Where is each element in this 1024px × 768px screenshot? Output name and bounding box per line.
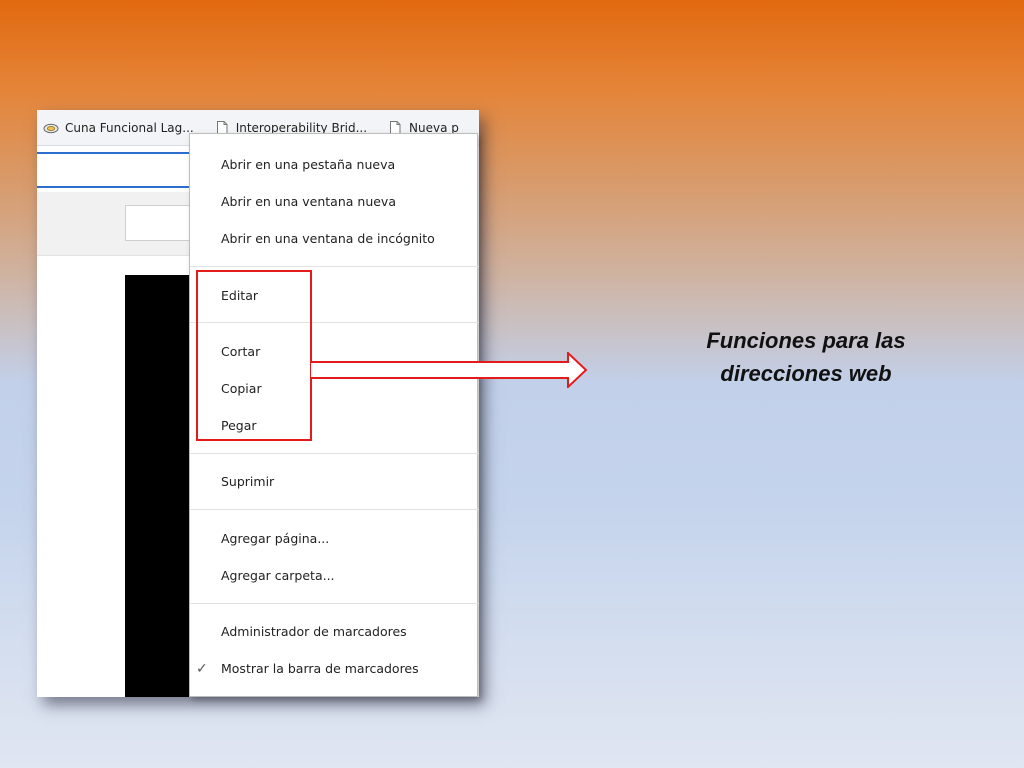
right-arrow-icon: [311, 352, 588, 388]
edit-functions-highlight-box: [196, 270, 312, 441]
checkmark-icon: ✓: [196, 661, 208, 677]
menu-item-bookmark-manager[interactable]: Administrador de marcadores: [221, 622, 407, 642]
menu-item-open-new-tab[interactable]: Abrir en una pestaña nueva: [221, 155, 395, 175]
menu-separator: [190, 509, 479, 510]
caption-line-1: Funciones para las: [706, 328, 906, 353]
cloud-favicon-icon: [43, 120, 59, 136]
bookmark-label: Cuna Funcional Lag...: [65, 120, 194, 135]
menu-separator: [190, 603, 479, 604]
menu-item-add-page[interactable]: Agregar página...: [221, 529, 329, 549]
search-input[interactable]: [125, 205, 197, 241]
menu-separator: [190, 453, 479, 454]
menu-item-open-new-window[interactable]: Abrir en una ventana nueva: [221, 192, 396, 212]
menu-item-delete[interactable]: Suprimir: [221, 472, 274, 492]
address-bar[interactable]: [37, 152, 197, 188]
caption-line-2: direcciones web: [720, 361, 892, 386]
annotation-caption: Funciones para las direcciones web: [680, 324, 932, 390]
page-content-dark-panel: [125, 275, 195, 697]
menu-separator: [190, 266, 479, 267]
page-toolbar: [37, 192, 197, 256]
menu-item-open-incognito[interactable]: Abrir en una ventana de incógnito: [221, 229, 435, 249]
menu-item-show-bookmarks-bar[interactable]: Mostrar la barra de marcadores: [221, 659, 419, 679]
bookmark-cuna-funcional[interactable]: Cuna Funcional Lag...: [43, 120, 194, 136]
menu-item-add-folder[interactable]: Agregar carpeta...: [221, 566, 335, 586]
